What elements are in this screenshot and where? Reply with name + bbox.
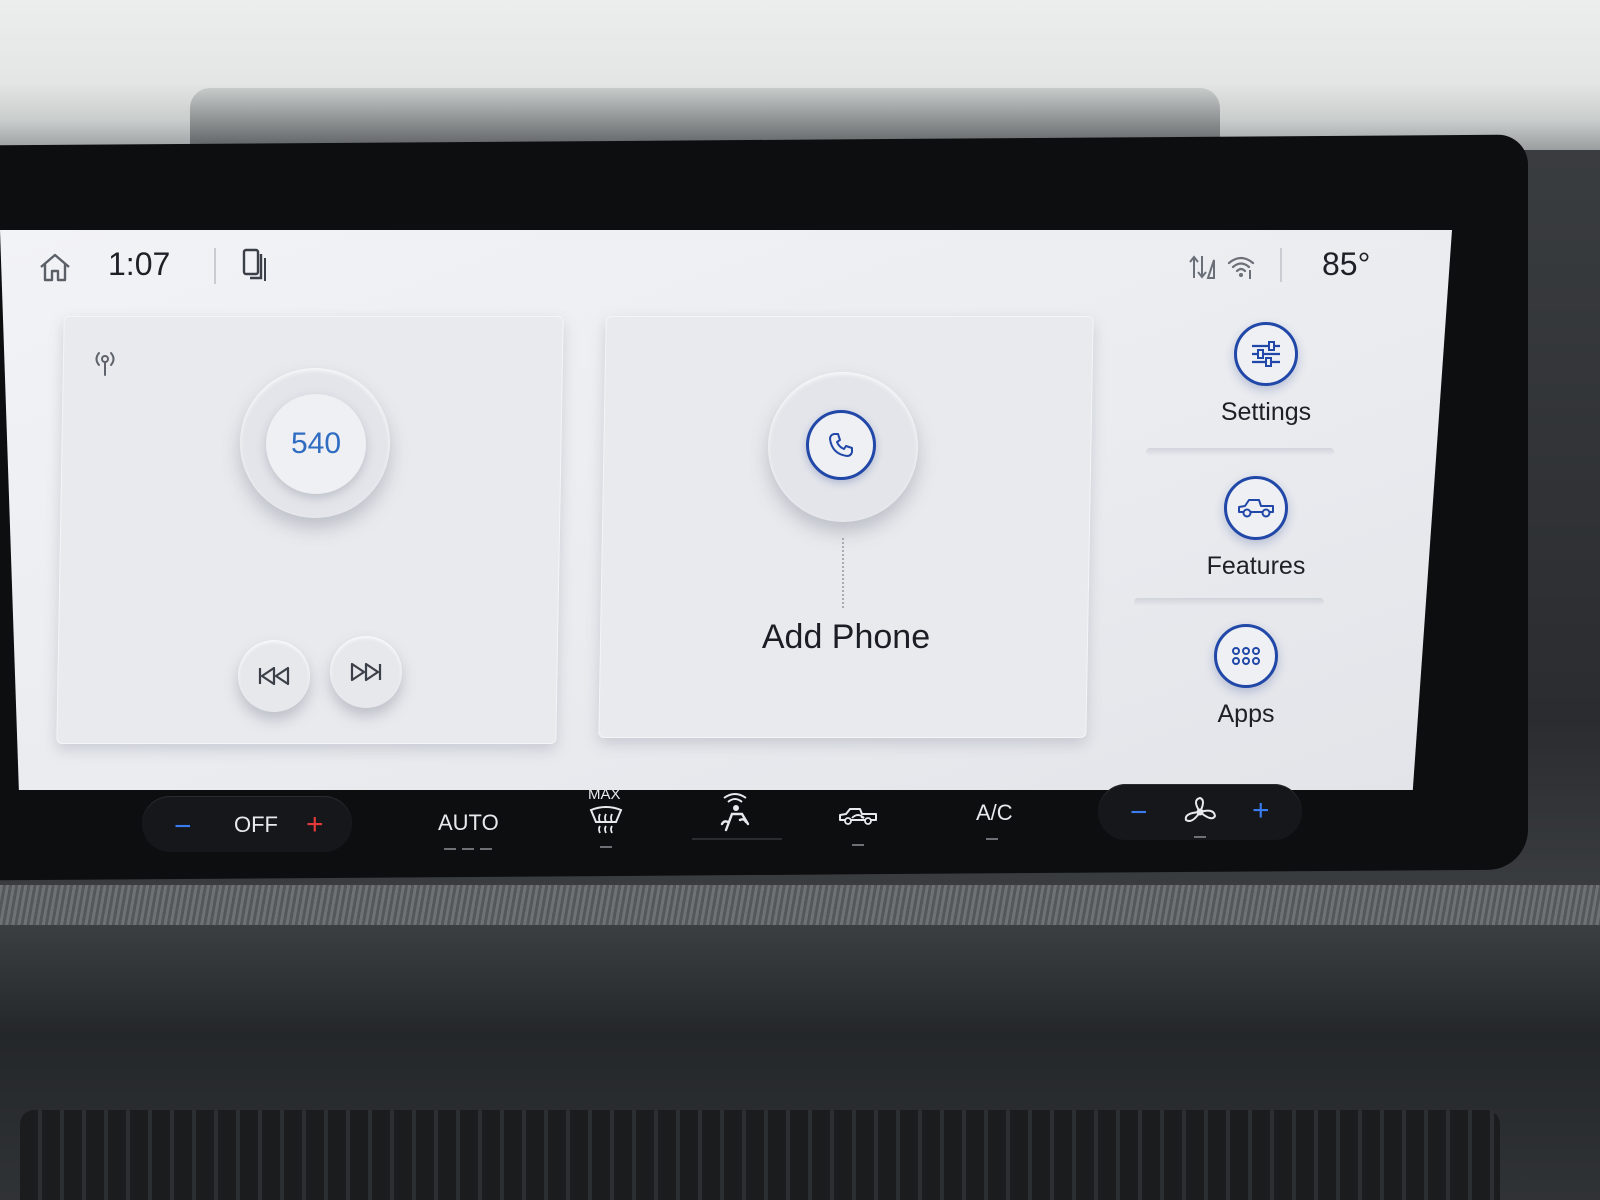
previous-track-icon [258, 666, 290, 686]
recirculation-icon[interactable] [838, 806, 878, 833]
home-icon[interactable] [38, 252, 72, 282]
settings-label: Settings [1220, 398, 1312, 426]
connector-line [842, 538, 844, 608]
apps-button[interactable]: Apps [1176, 624, 1316, 729]
sliders-icon [1234, 322, 1298, 386]
recirculation-indicator [852, 844, 864, 846]
features-button[interactable]: Features [1186, 476, 1326, 581]
ac-indicator [986, 838, 998, 840]
rail-divider [1146, 448, 1334, 456]
driver-temp-decrease[interactable]: − [174, 810, 192, 844]
fan-icon [1182, 796, 1218, 833]
air-vent [20, 1110, 1500, 1200]
status-divider [214, 248, 216, 284]
signal-transfer-icon [1186, 252, 1216, 282]
features-label: Features [1206, 552, 1306, 580]
rail-divider [1134, 598, 1324, 606]
auto-indicator [480, 848, 492, 850]
add-phone-label[interactable]: Add Phone [736, 618, 956, 657]
next-track-icon [350, 662, 382, 682]
previous-track-button[interactable] [238, 640, 310, 712]
fan-increase[interactable]: + [1252, 794, 1270, 828]
ac-button[interactable]: A/C [976, 800, 1013, 826]
fan-indicator [1194, 836, 1206, 838]
auto-climate-button[interactable]: AUTO [438, 810, 499, 836]
apps-label: Apps [1217, 700, 1275, 728]
station-number[interactable]: 540 [266, 394, 366, 494]
status-divider-right [1280, 248, 1282, 282]
auto-indicator [444, 848, 456, 850]
phone-projection-icon[interactable] [242, 248, 268, 282]
phone-button[interactable] [806, 410, 876, 480]
rear-defrost-seat-icon[interactable] [714, 790, 756, 839]
max-defrost-label: MAX [588, 786, 621, 803]
wifi-icon [1226, 252, 1256, 282]
phone-icon [829, 433, 853, 457]
apps-grid-icon [1214, 624, 1278, 688]
auto-indicator [462, 848, 474, 850]
driver-temp-value: OFF [234, 812, 278, 837]
seat-indicator [692, 838, 782, 840]
outside-temperature: 85° [1322, 246, 1371, 282]
broadcast-icon [92, 348, 118, 376]
driver-temp-increase[interactable]: + [306, 808, 324, 842]
settings-button[interactable]: Settings [1196, 322, 1336, 427]
fan-decrease[interactable]: − [1130, 796, 1148, 830]
max-defrost-icon[interactable] [588, 806, 624, 839]
truck-icon [1224, 476, 1288, 540]
next-track-button[interactable] [330, 636, 402, 708]
max-defrost-indicator [600, 846, 612, 848]
dashboard-trim [0, 885, 1600, 925]
clock: 1:07 [108, 246, 171, 282]
